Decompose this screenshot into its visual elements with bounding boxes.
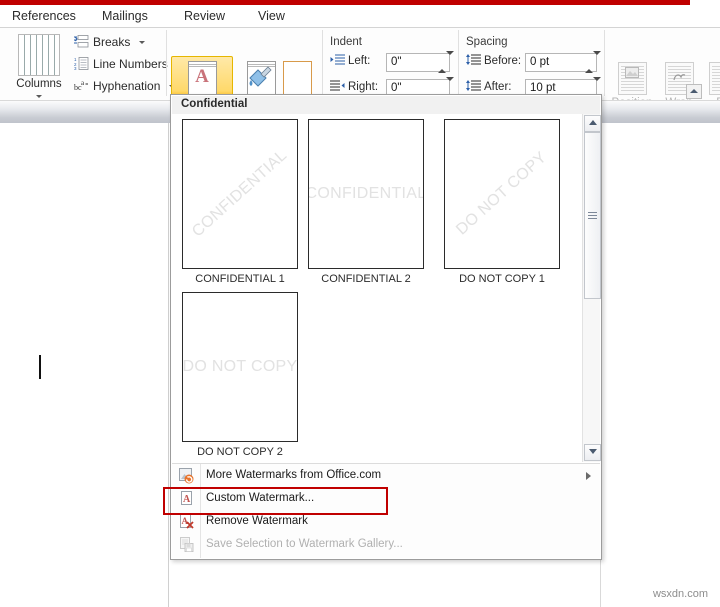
watermark-gallery[interactable]: CONFIDENTIAL CONFIDENTIAL 1 CONFIDENTIAL… [172,114,582,462]
scrollbar-thumb[interactable] [584,132,601,299]
watermark-thumbnail[interactable]: DO NOT COPY DO NOT COPY 1 [444,119,560,286]
scroll-down-button[interactable] [584,444,601,461]
page-borders-icon [282,61,312,95]
breaks-label: Breaks [93,35,131,49]
tab-review[interactable]: Review [178,6,231,26]
spacing-before-value: 0 pt [530,56,550,68]
indent-left-row: Left: [330,54,370,72]
indent-group-title: Indent [330,36,362,48]
spacing-before-label: Before: [484,55,522,67]
chevron-down-icon [138,41,145,45]
document-page[interactable] [0,123,169,607]
spacing-before-stepper[interactable]: 0 pt [525,51,601,73]
watermark-thumbnail-caption: CONFIDENTIAL 2 [321,273,411,285]
text-cursor [39,355,41,379]
indent-left-label: Left: [348,55,371,67]
scroll-up-button[interactable] [584,115,601,132]
submenu-arrow-icon [586,472,591,480]
indent-left-icon [330,54,345,66]
office-online-icon [178,467,195,484]
indent-left-value: 0" [391,56,402,68]
document-page-right-section[interactable] [598,123,720,607]
watermark-icon: A [187,61,217,95]
watermark-preview: CONFIDENTIAL [308,119,424,269]
indent-right-icon [330,80,345,92]
watermark-preview: CONFIDENTIAL [182,119,298,269]
hyphenation-label: Hyphenation [93,79,161,93]
chevron-down-icon [36,95,42,99]
ribbon-body: Columns Breaks 1 2 3 Line Numbers bc a H… [0,28,720,128]
watermark-preview-text: DO NOT COPY [453,148,551,239]
save-selection-icon [178,536,195,553]
watermark-preview-text: CONFIDENTIAL [189,146,291,241]
tab-references[interactable]: References [6,6,82,26]
spacing-before-row: Before: [466,54,521,72]
line-numbers-label: Line Numbers [93,57,168,71]
more-watermarks-label: More Watermarks from Office.com [206,469,382,481]
tab-mailings[interactable]: Mailings [96,6,154,26]
remove-watermark-label: Remove Watermark [206,515,308,527]
spacing-after-icon [466,80,481,92]
watermark-thumbnail-caption: DO NOT COPY 1 [459,273,545,285]
scrollbar-grip-icon [588,211,597,220]
watermark-thumbnail[interactable]: CONFIDENTIAL CONFIDENTIAL 2 [308,119,424,286]
watermark-thumbnail-caption: DO NOT COPY 2 [197,446,283,458]
site-watermark: wsxdn.com [652,588,708,600]
save-selection-label: Save Selection to Watermark Gallery... [206,538,403,550]
breaks-menu-item[interactable]: Breaks [74,35,145,55]
hyphenation-menu-item[interactable]: bc a Hyphenation [74,79,175,99]
gallery-group-header: Confidential [172,96,600,115]
watermark-preview-text: DO NOT COPY [182,358,298,375]
spacing-before-icon [466,54,481,66]
indent-left-stepper[interactable]: 0" [386,51,454,73]
indent-right-label: Right: [348,81,379,93]
watermark-thumbnail-caption: CONFIDENTIAL 1 [195,273,285,285]
more-watermarks-menu-item[interactable]: More Watermarks from Office.com [172,464,600,487]
ribbon-tab-strip: References Mailings Review View [0,5,720,27]
tab-view[interactable]: View [252,6,291,26]
stepper-arrows[interactable] [438,51,454,73]
watermark-thumbnail[interactable]: DO NOT COPY DO NOT COPY 2 [182,292,298,459]
bring-forward-icon [709,62,720,95]
watermark-preview-text: CONFIDENTIAL [308,185,424,202]
ribbon-collapse-button[interactable] [686,84,702,99]
svg-text:a: a [81,79,85,87]
svg-text:3: 3 [74,66,77,70]
save-selection-menu-item: Save Selection to Watermark Gallery... [172,533,600,556]
line-numbers-icon: 1 2 3 [74,57,89,70]
watermark-preview: DO NOT COPY [182,292,298,442]
position-icon [617,62,647,95]
svg-text:A: A [182,516,189,526]
watermark-thumbnail[interactable]: CONFIDENTIAL CONFIDENTIAL 1 [182,119,298,286]
hyphenation-icon: bc a [74,79,89,92]
remove-watermark-icon: A [178,513,195,530]
columns-icon [18,34,60,76]
watermark-preview: DO NOT COPY [444,119,560,269]
breaks-icon [74,35,89,48]
spacing-after-label: After: [484,81,512,93]
annotation-highlight-rectangle [163,487,388,515]
columns-button[interactable]: Columns [8,34,70,99]
gallery-scrollbar[interactable] [582,114,601,462]
spacing-group-title: Spacing [466,36,508,48]
stepper-arrows[interactable] [585,51,601,73]
gallery-group-header-label: Confidential [181,98,248,110]
